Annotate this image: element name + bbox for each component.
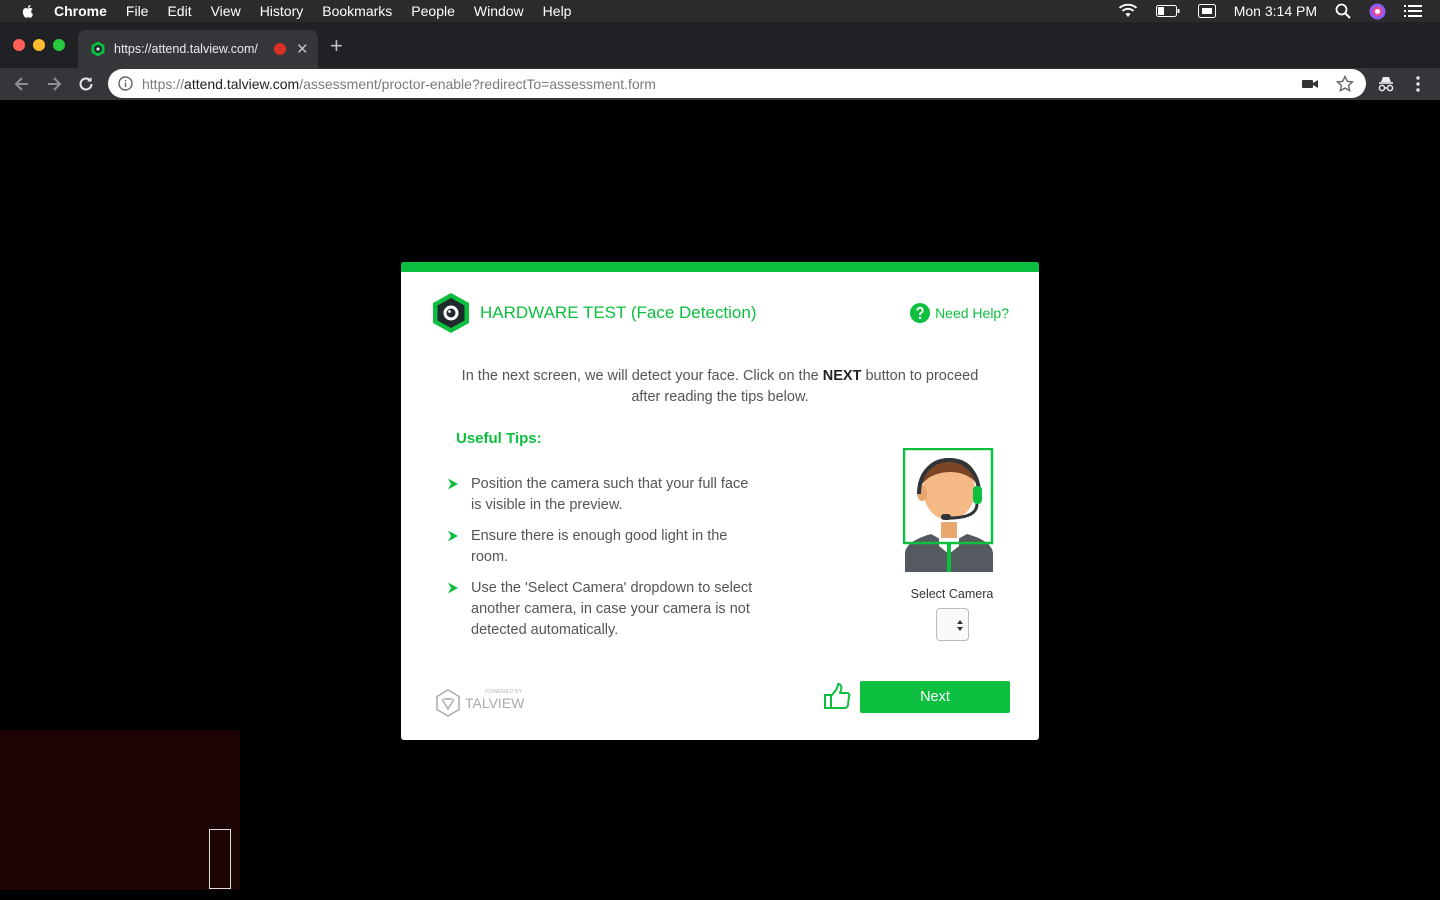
macos-menubar: Chrome File Edit View History Bookmarks … [0,0,1440,22]
camera-hexagon-logo-icon [433,293,469,333]
url-scheme: https:// [142,76,185,92]
menu-chrome[interactable]: Chrome [54,3,107,19]
face-detection-avatar-icon [903,448,994,572]
incognito-icon[interactable] [1376,74,1396,94]
menu-people[interactable]: People [411,3,455,19]
apple-icon[interactable] [20,3,36,19]
camera-in-use-icon[interactable] [1302,77,1318,91]
audio-level-meter [209,829,231,889]
browser-tabstrip: https://attend.talview.com/ ✕ + [0,22,1440,68]
recording-indicator-icon [274,43,286,55]
intro-next-keyword: NEXT [822,368,862,384]
site-info-icon[interactable] [118,76,133,91]
menu-window[interactable]: Window [474,3,524,19]
window-minimize-button[interactable] [33,39,45,51]
back-arrow-icon[interactable] [11,73,33,95]
next-button[interactable]: Next [860,681,1010,713]
select-camera-label: Select Camera [910,587,994,601]
window-close-button[interactable] [13,39,25,51]
need-help-label: Need Help? [935,305,1009,321]
more-menu-icon[interactable] [1408,74,1428,94]
tip-text: Ensure there is enough good light in the… [471,528,728,565]
chevron-right-icon [448,478,458,490]
tips-list: Position the camera such that your full … [446,474,756,651]
dialog-accent-bar [401,262,1039,272]
hardware-test-dialog: HARDWARE TEST (Face Detection) Need Help… [401,262,1039,740]
useful-tips-heading: Useful Tips: [456,430,542,447]
thumbs-up-icon [824,683,851,709]
browser-tab-active[interactable]: https://attend.talview.com/ ✕ [78,30,318,68]
menu-edit[interactable]: Edit [167,3,191,19]
need-help-link[interactable]: Need Help? [910,303,1009,323]
notification-center-icon[interactable] [1404,4,1422,18]
window-zoom-button[interactable] [53,39,65,51]
tip-item: Ensure there is enough good light in the… [446,526,756,568]
url-host: attend.talview.com [184,76,300,92]
tab-close-icon[interactable]: ✕ [296,40,310,58]
tip-text: Position the camera such that your full … [471,476,749,513]
menubar-status-area: Mon 3:14 PM [1118,0,1440,22]
tip-text: Use the 'Select Camera' dropdown to sele… [471,580,753,638]
bookmark-star-icon[interactable] [1336,75,1354,93]
address-bar[interactable]: https://attend.talview.com/assessment/pr… [108,69,1366,98]
spotlight-search-icon[interactable] [1335,3,1351,19]
menu-bookmarks[interactable]: Bookmarks [322,3,392,19]
dialog-title: HARDWARE TEST (Face Detection) [480,303,757,322]
chevron-right-icon [448,530,458,542]
intro-text-start: In the next screen, we will detect your … [461,368,823,384]
camera-preview [0,730,240,890]
tab-title: https://attend.talview.com/ [114,42,258,56]
wifi-icon[interactable] [1118,3,1138,19]
browser-toolbar: https://attend.talview.com/assessment/pr… [0,68,1440,100]
forward-arrow-icon[interactable] [43,73,65,95]
chevron-right-icon [448,582,458,594]
menu-help[interactable]: Help [543,3,572,19]
url-path: /assessment/proctor-enable?redirectTo=as… [299,76,656,92]
menubar-clock[interactable]: Mon 3:14 PM [1234,3,1317,19]
tip-item: Position the camera such that your full … [446,474,756,516]
tip-item: Use the 'Select Camera' dropdown to sele… [446,578,756,641]
talview-favicon-icon [91,41,105,57]
menu-view[interactable]: View [211,3,241,19]
siri-icon[interactable] [1369,3,1386,20]
talview-brand-text: TALVIEW [465,695,525,711]
select-camera-dropdown[interactable] [936,608,969,641]
battery-icon[interactable] [1155,5,1180,17]
help-question-icon [910,303,931,323]
select-arrows-icon [957,620,963,631]
input-source-icon[interactable] [1197,4,1216,18]
menu-history[interactable]: History [260,3,304,19]
address-url[interactable]: https://attend.talview.com/assessment/pr… [142,76,656,92]
new-tab-button[interactable]: + [330,35,343,57]
reload-icon[interactable] [75,73,97,95]
menu-file[interactable]: File [126,3,149,19]
talview-powered-by-logo: POWERED BY TALVIEW [436,689,525,717]
intro-text: In the next screen, we will detect your … [461,366,979,408]
